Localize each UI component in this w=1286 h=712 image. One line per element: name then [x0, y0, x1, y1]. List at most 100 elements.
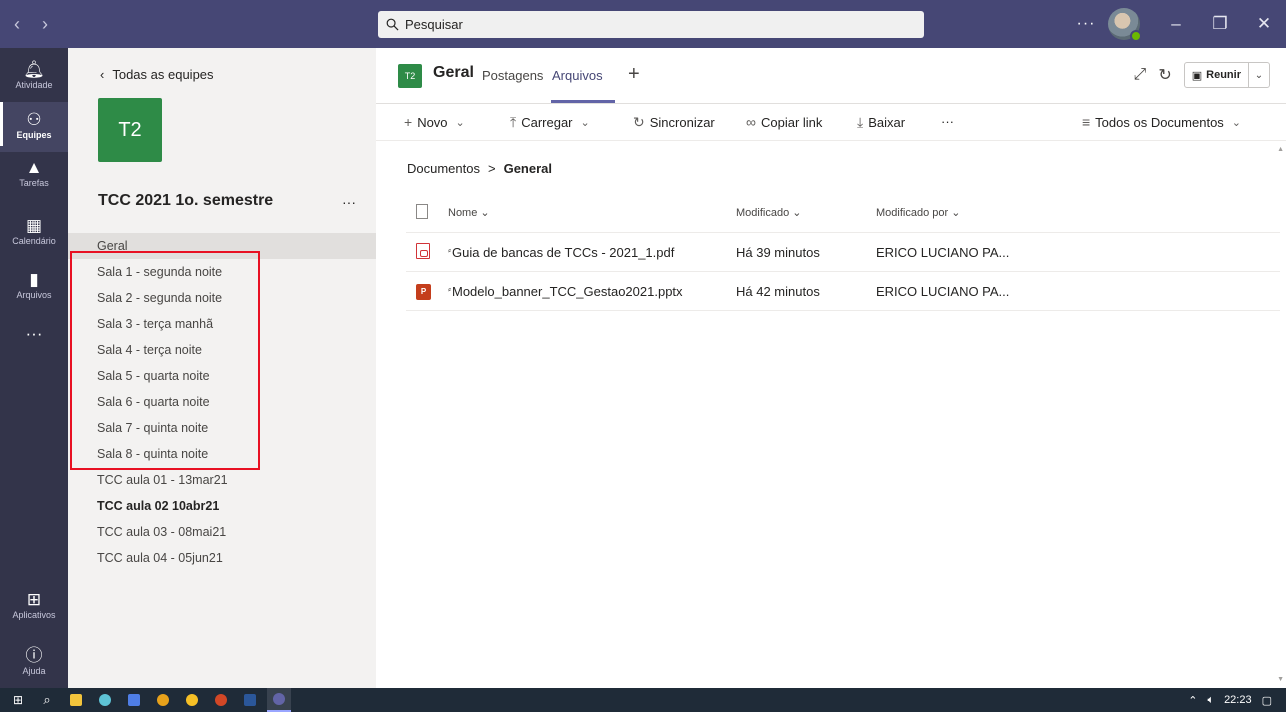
chevron-right-icon[interactable]: › [42, 14, 48, 35]
chevron-up-icon[interactable]: ⌃ [1188, 694, 1197, 707]
chrome-icon[interactable] [180, 688, 204, 712]
teams-icon: ⚇ [26, 110, 42, 129]
channel-item[interactable]: TCC aula 03 - 08mai21 [68, 519, 376, 545]
pptx-icon: P [416, 284, 431, 300]
toolbar-more-button[interactable]: ··· [941, 114, 954, 129]
meet-button[interactable]: ▣ Reunir ⌄ [1183, 62, 1270, 88]
app-bar: 🔔︎ Atividade ⚇ Equipes ▲ Tarefas ▦ Calen… [0, 48, 68, 688]
table-row[interactable]: ⸗Guia de bancas de TCCs - 2021_1.pdf Há … [406, 233, 1280, 272]
help-icon: ⓘ [25, 646, 43, 665]
rail-item-label: Equipes [16, 130, 52, 140]
rail-item-arquivos[interactable]: ▮ Arquivos [0, 270, 68, 300]
search-placeholder: Pesquisar [405, 17, 463, 32]
rail-item-label: Atividade [15, 80, 53, 90]
highlight-annotation-box [70, 251, 260, 470]
chevron-down-icon[interactable]: ⌄ [1249, 70, 1269, 81]
search-input[interactable]: Pesquisar [378, 11, 924, 38]
word-icon[interactable] [238, 688, 262, 712]
more-options-button[interactable]: ··· [1070, 15, 1102, 33]
channel-item[interactable]: TCC aula 02 10abr21 [68, 493, 376, 519]
search-icon[interactable]: ⌕ [35, 688, 59, 712]
apps-icon: ⊞ [26, 590, 42, 609]
plus-icon: + [404, 114, 413, 130]
sync-icon: ↻ [633, 114, 645, 130]
channel-item[interactable]: TCC aula 01 - 13mar21 [68, 467, 376, 493]
file-type-icon [416, 203, 428, 219]
view-list-icon: ≡ [1082, 114, 1091, 130]
channel-item[interactable]: TCC aula 04 - 05jun21 [68, 545, 376, 571]
clock[interactable]: 22:23 [1224, 694, 1252, 706]
rail-item-tarefas[interactable]: ▲ Tarefas [0, 158, 68, 188]
chevron-left-icon[interactable]: ‹ [14, 14, 20, 35]
chevron-down-icon: ⌄ [1231, 116, 1242, 129]
new-file-icon: ⸗ [448, 283, 451, 294]
view-selector[interactable]: ≡ Todos os Documentos ⌄ [1082, 114, 1241, 130]
search-icon [386, 18, 399, 31]
breadcrumb-root-link[interactable]: Documentos [407, 161, 480, 176]
rail-item-equipes[interactable]: ⚇ Equipes [0, 102, 68, 146]
table-header: Nome ⌄ Modificado ⌄ Modificado por ⌄ [406, 193, 1280, 233]
column-header-name[interactable]: Nome ⌄ [436, 206, 736, 219]
add-tab-button[interactable]: + [628, 63, 640, 86]
file-explorer-icon[interactable] [64, 688, 88, 712]
file-modified-by: ERICO LUCIANO PA... [876, 244, 1010, 260]
tasks-icon: ▲ [25, 158, 43, 177]
sync-button[interactable]: ↻ Sincronizar [633, 114, 715, 131]
column-header-modified[interactable]: Modificado ⌄ [736, 206, 876, 219]
calendar-icon: ▦ [25, 216, 43, 235]
notification-icon[interactable]: ▢ [1262, 694, 1272, 707]
file-icon: ▮ [29, 270, 39, 289]
title-bar: ‹ › Pesquisar ··· – ❐ ✕ [0, 0, 1286, 48]
tab-arquivos[interactable]: Arquivos [552, 68, 603, 83]
rail-item-calendario[interactable]: ▦ Calendário [0, 216, 68, 246]
channel-title: Geral [433, 64, 474, 81]
download-button[interactable]: ⤓ Baixar [857, 114, 905, 131]
chevron-left-icon: ‹ [100, 67, 105, 82]
team-name[interactable]: TCC 2021 1o. semestre [98, 192, 273, 210]
chrome-icon[interactable] [151, 688, 175, 712]
powerpoint-icon[interactable] [209, 688, 233, 712]
restore-icon[interactable]: ❐ [1198, 14, 1242, 34]
new-button[interactable]: + Novo ⌄ [404, 114, 465, 130]
windows-start-icon[interactable]: ⊞ [6, 688, 30, 712]
rail-item-atividade[interactable]: 🔔︎ Atividade [0, 60, 68, 90]
avatar[interactable] [1108, 8, 1142, 42]
new-file-icon: ⸗ [448, 244, 451, 255]
chevron-down-icon: ⌄ [480, 207, 490, 219]
file-name[interactable]: Guia de bancas de TCCs - 2021_1.pdf [452, 245, 674, 260]
more-apps-button[interactable]: ··· [0, 324, 68, 344]
file-name[interactable]: Modelo_banner_TCC_Gestao2021.pptx [452, 284, 683, 299]
back-to-teams-link[interactable]: ‹ Todas as equipes [100, 67, 214, 82]
minimize-icon[interactable]: – [1154, 14, 1198, 34]
close-icon[interactable]: ✕ [1242, 14, 1286, 34]
breadcrumb-current: General [503, 161, 552, 176]
teams-icon[interactable] [267, 688, 291, 712]
file-modified: Há 42 minutos [736, 283, 820, 299]
expand-icon[interactable]: ⤢ [1134, 66, 1147, 84]
table-row[interactable]: P ⸗Modelo_banner_TCC_Gestao2021.pptx Há … [406, 272, 1280, 311]
tab-postagens[interactable]: Postagens [482, 68, 543, 83]
channel-avatar: T2 [398, 64, 422, 88]
chevron-down-icon: ⌄ [792, 207, 802, 219]
notes-icon[interactable] [122, 688, 146, 712]
rail-item-aplicativos[interactable]: ⊞ Aplicativos [0, 590, 68, 620]
rail-item-ajuda[interactable]: ⓘ Ajuda [0, 646, 68, 676]
rail-item-label: Tarefas [19, 178, 49, 188]
rail-item-label: Aplicativos [12, 610, 56, 620]
presence-status-icon [1130, 30, 1142, 42]
chevron-down-icon: ⌄ [580, 117, 590, 129]
upload-button[interactable]: ⤒ Carregar ⌄ [510, 114, 590, 131]
os-taskbar: ⊞ ⌕ ⌃ 🔈︎ 22:23 ▢ [0, 688, 1286, 712]
browser-icon[interactable] [93, 688, 117, 712]
copy-link-button[interactable]: ∞ Copiar link [746, 114, 822, 130]
refresh-icon[interactable]: ↻ [1158, 65, 1171, 85]
scroll-up-arrow[interactable]: ▲ [1277, 146, 1284, 153]
files-view: T2 Geral Postagens Arquivos + ⤢ ↻ ▣ Reuni… [376, 48, 1286, 688]
breadcrumb: Documentos > General [407, 161, 552, 176]
column-header-modified-by[interactable]: Modificado por ⌄ [876, 206, 1076, 219]
speaker-icon[interactable]: 🔈︎ [1207, 694, 1214, 707]
scroll-down-arrow[interactable]: ▼ [1277, 676, 1284, 683]
chevron-down-icon: ⌄ [455, 116, 465, 129]
team-more-button[interactable]: ··· [342, 194, 356, 210]
link-icon: ∞ [746, 114, 756, 130]
